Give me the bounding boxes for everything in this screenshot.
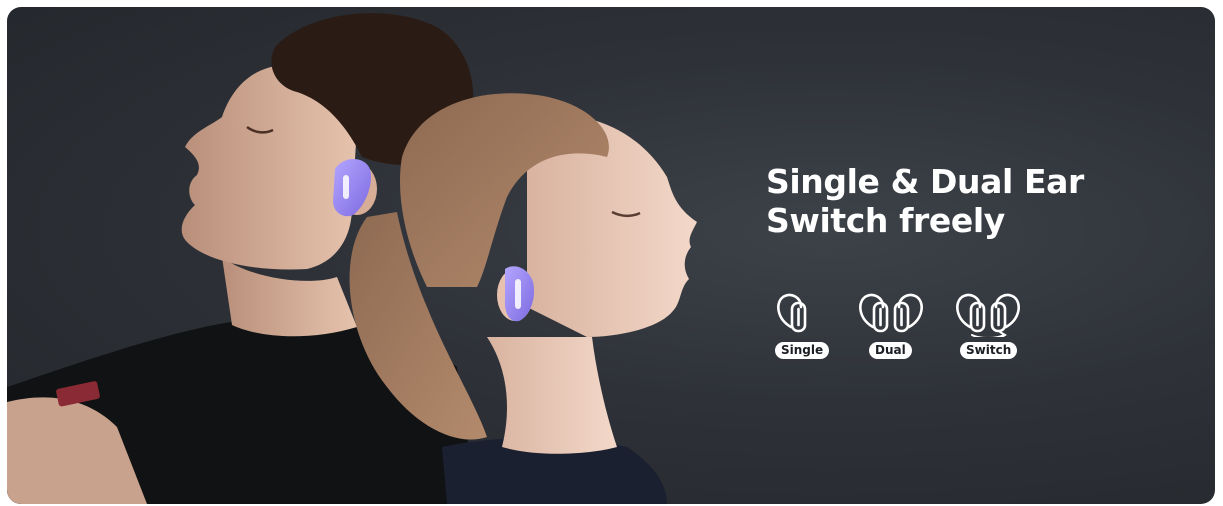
single-earbud-icon	[777, 293, 807, 333]
mode-single: Single	[767, 289, 849, 365]
headline-line-2: Switch freely	[766, 201, 1005, 240]
mode-label-switch: Switch	[960, 342, 1018, 359]
mode-label-single: Single	[775, 342, 830, 359]
couple-wearing-earbuds-photo	[7, 13, 697, 504]
product-banner: Single & Dual Ear Switch freely Single D…	[7, 7, 1215, 504]
earbud-mode-options: Single Dual Switch	[767, 289, 1037, 369]
switch-earbuds-icon	[956, 293, 1020, 337]
headline: Single & Dual Ear Switch freely	[766, 162, 1166, 240]
headline-line-1: Single & Dual Ear	[766, 162, 1084, 201]
dual-earbuds-icon	[859, 293, 923, 333]
mode-label-dual: Dual	[869, 342, 912, 359]
mode-switch: Switch	[950, 289, 1032, 365]
mode-dual: Dual	[853, 289, 935, 365]
